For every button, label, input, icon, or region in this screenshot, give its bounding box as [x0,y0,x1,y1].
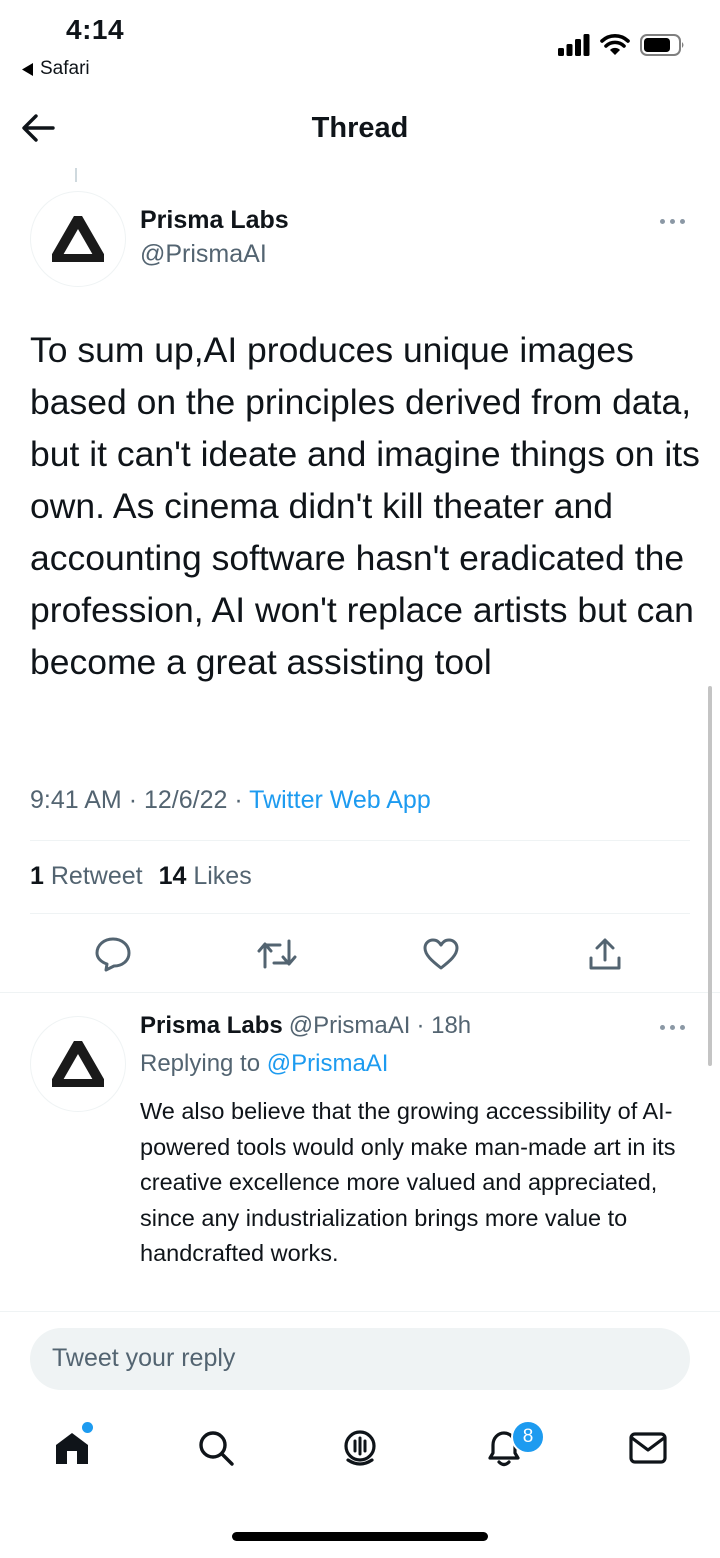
tab-search[interactable] [190,1422,242,1474]
meta-separator: · [234,786,243,814]
share-icon [589,938,621,970]
tweet-stats: 1 Retweet 14 Likes [30,862,252,891]
divider [0,992,720,993]
scrollbar[interactable] [708,686,712,1066]
likes-count: 14 [158,862,187,890]
back-triangle-icon [22,62,33,76]
reply-header: Prisma Labs @PrismaAI · 18h [140,1012,471,1040]
likes-label: Likes [193,862,252,890]
status-icons [558,34,686,56]
home-icon [56,1433,88,1464]
reply-text: We also believe that the growing accessi… [140,1098,676,1267]
tweet-source-link[interactable]: Twitter Web App [249,786,431,814]
author-handle[interactable]: @PrismaAI [140,240,267,269]
tab-messages[interactable] [622,1422,674,1474]
like-button[interactable] [419,932,463,976]
back-to-safari[interactable]: Safari [22,58,90,80]
home-indicator[interactable] [232,1532,488,1541]
signal-icon [558,34,590,56]
thread-connector-line [75,168,77,182]
retweets-stat[interactable]: 1 Retweet [30,862,143,891]
reply-avatar[interactable] [30,1016,126,1112]
retweets-count: 1 [30,862,44,890]
retweet-icon [257,939,297,969]
reply-author-handle[interactable]: @PrismaAI [289,1012,411,1040]
reply-icon [95,937,131,972]
reply-more-options-icon[interactable] [660,1025,685,1030]
tweet-time: 9:41 AM [30,786,122,814]
tweet-text: To sum up,AI produces unique images base… [30,330,700,682]
notifications-badge: 8 [511,1420,545,1454]
reply-button[interactable] [91,932,135,976]
author-name[interactable]: Prisma Labs [140,206,289,235]
meta-separator: · [128,786,138,814]
search-icon [199,1431,234,1466]
share-button[interactable] [583,932,627,976]
likes-stat[interactable]: 14 Likes [159,862,252,891]
reply-compose-input[interactable]: Tweet your reply [30,1328,690,1390]
retweet-button[interactable] [255,932,299,976]
reply-author-name[interactable]: Prisma Labs [140,1012,283,1040]
back-app-label: Safari [40,58,90,79]
tweet-meta: 9:41 AM · 12/6/22 · Twitter Web App [30,786,431,815]
divider [30,840,690,841]
page-title: Thread [311,112,409,144]
prisma-logo-icon [52,216,104,262]
divider [0,1311,720,1312]
replying-label: Replying to [140,1050,261,1077]
divider [30,913,690,914]
retweets-label: Retweet [50,862,143,890]
reply-age: · 18h [416,1012,472,1039]
prisma-logo-icon [52,1041,104,1087]
battery-icon [640,34,684,56]
replying-to: Replying to @PrismaAI [140,1050,388,1078]
more-options-icon[interactable] [660,219,685,224]
wifi-icon [600,34,630,55]
messages-icon [629,1432,667,1464]
compose-placeholder: Tweet your reply [52,1344,236,1372]
home-new-dot [82,1422,93,1433]
avatar[interactable] [30,191,126,287]
tweet-date: 12/6/22 [143,786,228,814]
spaces-icon [344,1430,376,1466]
replying-mention-link[interactable]: @PrismaAI [267,1050,389,1077]
tab-spaces[interactable] [334,1422,386,1474]
status-time: 4:14 [66,14,125,45]
like-icon [423,938,459,970]
